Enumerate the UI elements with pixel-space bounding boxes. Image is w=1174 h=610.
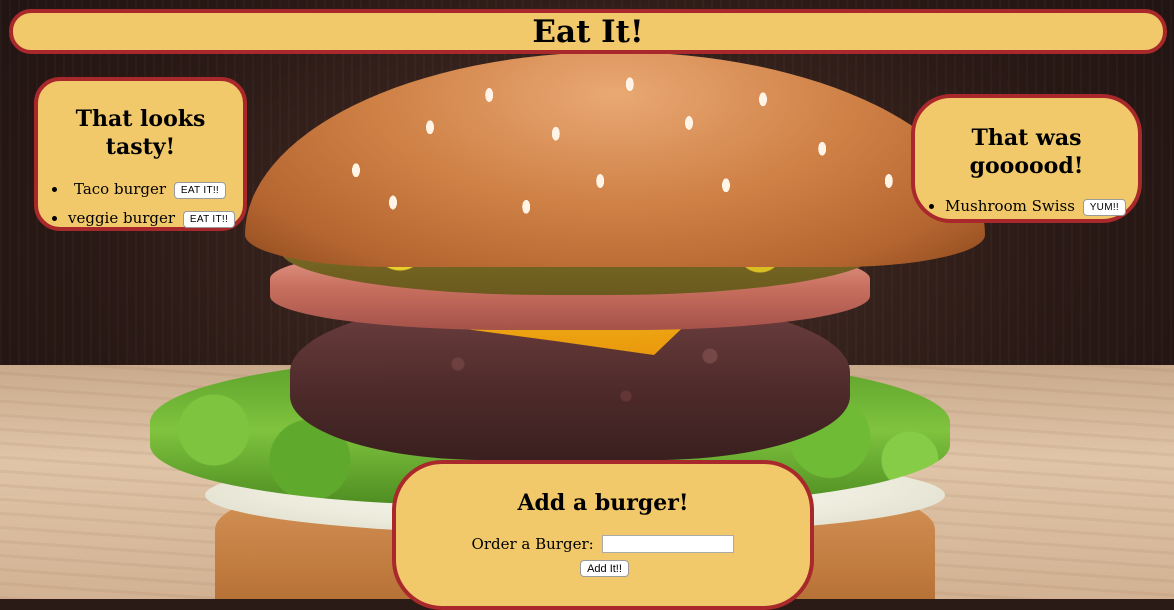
list-item: veggie burger EAT IT!! bbox=[68, 204, 243, 233]
submit-row: Add It!! bbox=[396, 558, 810, 577]
uneaten-heading: That looks tasty! bbox=[75, 106, 206, 160]
yum-button[interactable]: YUM!! bbox=[1082, 198, 1126, 216]
uneaten-burger-list: Taco burger EAT IT!! veggie burger EAT I… bbox=[38, 175, 243, 233]
burger-name: Mushroom Swiss bbox=[945, 197, 1075, 215]
eat-it-button[interactable]: EAT IT!! bbox=[182, 210, 236, 228]
devoured-burger-list: Mushroom Swiss YUM!! bbox=[915, 192, 1138, 221]
burger-name: Taco burger bbox=[74, 180, 167, 198]
uneaten-burgers-panel: That looks tasty! Taco burger EAT IT!! v… bbox=[34, 77, 247, 231]
list-item: Mushroom Swiss YUM!! bbox=[945, 192, 1138, 221]
burger-name-input[interactable] bbox=[602, 535, 735, 553]
add-burger-panel: Add a burger! Order a Burger: Add It!! bbox=[392, 460, 814, 610]
order-form-row: Order a Burger: bbox=[396, 534, 810, 553]
order-label: Order a Burger: bbox=[471, 535, 594, 553]
add-burger-heading: Add a burger! bbox=[517, 490, 689, 516]
list-item: Taco burger EAT IT!! bbox=[68, 175, 243, 204]
header-banner: Eat It! bbox=[9, 9, 1167, 54]
page-title: Eat It! bbox=[532, 14, 644, 50]
burger-name: veggie burger bbox=[68, 209, 176, 227]
devoured-burgers-panel: That was goooood! Mushroom Swiss YUM!! bbox=[911, 94, 1142, 223]
add-it-button[interactable]: Add It!! bbox=[580, 560, 629, 577]
devoured-heading: That was goooood! bbox=[969, 125, 1084, 179]
eat-it-button[interactable]: EAT IT!! bbox=[173, 181, 227, 199]
